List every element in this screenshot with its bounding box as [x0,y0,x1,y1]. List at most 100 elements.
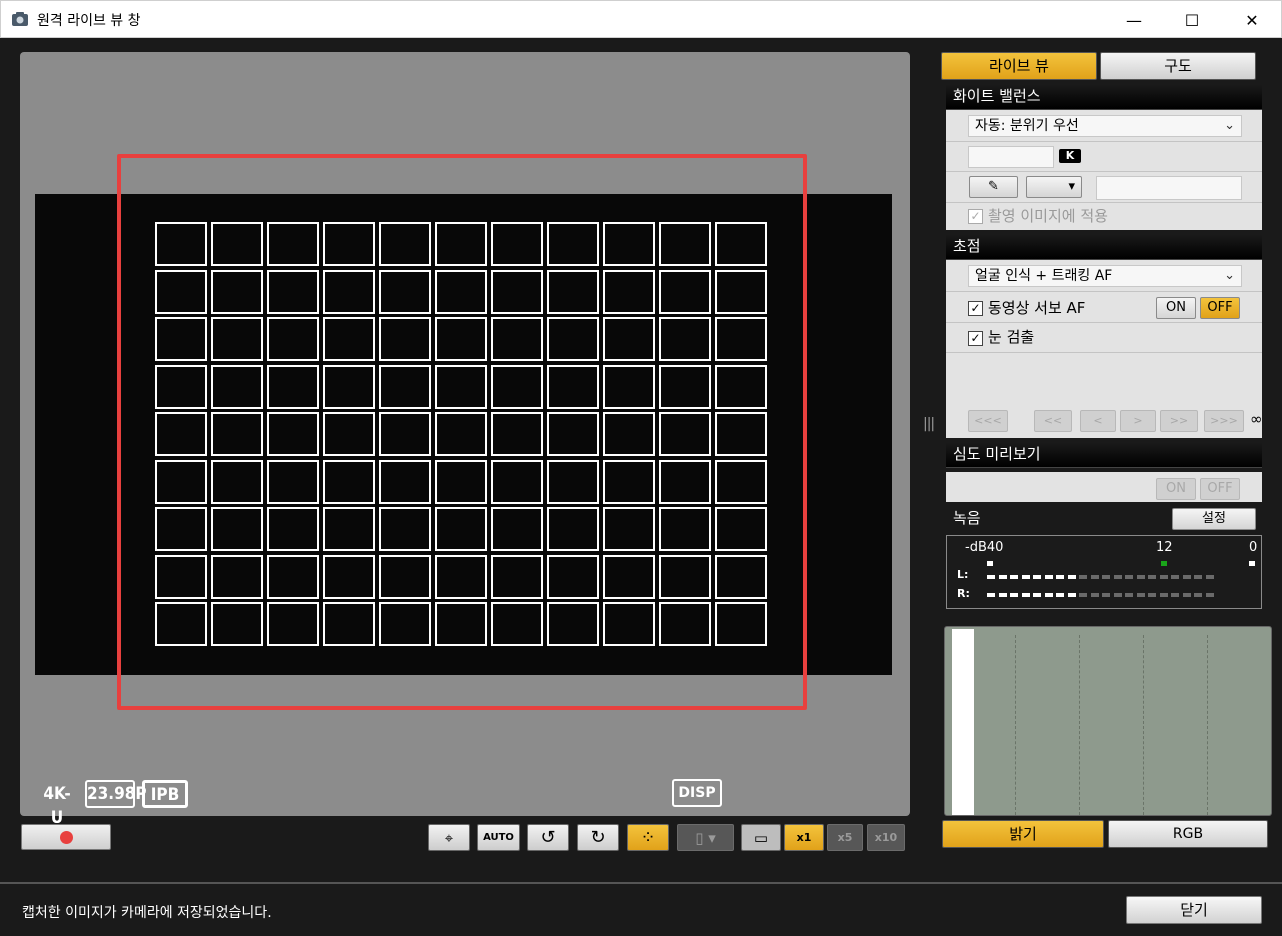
app-icon [12,12,28,26]
maximize-button[interactable]: ☐ [1163,1,1221,39]
tab-rgb[interactable]: RGB [1108,820,1268,848]
left-channel-label: L: [957,568,969,581]
rotate-left-button[interactable]: ↺ [527,824,569,851]
panel-resize-grip[interactable]: ||| [923,416,935,432]
zoom-x10-label: x10 [874,831,898,844]
meter-segment [1079,593,1087,597]
meter-scale-left: -dB40 [965,540,1004,555]
eyedropper-button[interactable]: ✎ [969,176,1018,198]
eye-detect-label: 눈 검출 [988,328,1035,346]
focus-nav-button[interactable]: >>> [1204,410,1244,432]
meter-segment [998,575,1007,579]
wb-picker-row: ✎ ▾ [946,172,1262,203]
kelvin-unit: K [1059,149,1081,163]
af-mode-value: 얼굴 인식 + 트래킹 AF [975,268,1113,284]
meter-tick-right [1249,561,1255,566]
focus-spacer [946,353,1262,383]
aspect-ratio-button[interactable]: ▯ ▾ [677,824,734,851]
frame-icon: ▭ [753,828,769,847]
focus-nav-button[interactable]: > [1120,410,1156,432]
meter-segment [1010,593,1018,597]
servo-af-off-button[interactable]: OFF [1200,297,1240,319]
tab-composition[interactable]: 구도 [1100,52,1256,80]
zoom-x1-button[interactable]: x1 [784,824,824,851]
meter-segment [1125,575,1133,579]
grid-button[interactable]: ⁘ [627,824,669,851]
record-button[interactable] [21,824,111,850]
minimize-button[interactable]: — [1105,1,1163,39]
wb-mode-select[interactable]: 자동: 분위기 우선 ⌄ [968,115,1242,137]
focus-nav-button[interactable]: << [1034,410,1072,432]
meter-segment [1194,575,1202,579]
meter-segment [1136,593,1145,597]
meter-segment [1021,593,1030,597]
disp-badge: DISP [672,779,722,807]
chevron-down-icon: ⌄ [1224,118,1235,133]
status-message: 캡처한 이미지가 카메라에 저장되었습니다. [22,905,272,921]
eye-detect-checkbox[interactable]: ✓ [968,331,983,346]
tab-brightness[interactable]: 밝기 [942,820,1104,848]
meter-segment [1079,575,1087,579]
resolution-badge: 4K-U [43,784,71,828]
apply-to-shot-checkbox[interactable]: ✓ [968,209,983,224]
frame-button[interactable]: ▭ [741,824,781,851]
focus-nav: <<< << < > >> >>> ∞ [968,410,1263,432]
histogram-peak [952,629,974,815]
left-channel-meter [987,575,1214,579]
white-balance-section: 자동: 분위기 우선 ⌄ K ✎ ▾ ✓ 촬영 이미지에 적용 [946,110,1262,230]
meter-segment [1056,593,1064,597]
dropdown-arrow-icon: ▾ [1068,179,1075,194]
close-button[interactable]: 닫기 [1126,896,1262,924]
meter-segment [1194,593,1202,597]
focus-header: 초점 [946,234,1262,260]
wb-mode-value: 자동: 분위기 우선 [975,118,1079,134]
wb-shift-dropdown[interactable]: ▾ [1026,176,1082,198]
af-mode-select[interactable]: 얼굴 인식 + 트래킹 AF ⌄ [968,265,1242,287]
audio-meter: -dB40 12 0 L: R: [946,535,1262,609]
right-channel-label: R: [957,587,970,600]
meter-segment [1148,575,1156,579]
af-frame-button[interactable]: ⌖ [428,824,470,851]
meter-segment [1136,575,1145,579]
meter-segment [1067,593,1076,597]
meter-segment [1044,575,1053,579]
meter-segment [1148,593,1156,597]
meter-segment [1113,575,1122,579]
meter-segment [1205,575,1214,579]
meter-segment [1067,575,1076,579]
window-title: 원격 라이브 뷰 창 [37,13,141,29]
close-window-button[interactable]: ✕ [1223,1,1281,39]
kelvin-input[interactable] [968,146,1054,168]
meter-segment [1056,575,1064,579]
tab-live-view[interactable]: 라이브 뷰 [941,52,1097,80]
meter-tick-left [987,561,993,566]
histogram-gridline [1207,635,1208,815]
live-view-panel[interactable]: 4K-U 23.98P IPB DISP [20,52,910,828]
main-area: 4K-U 23.98P IPB DISP ⌖ AUTO ↺ ↻ ⁘ ▯ ▾ ▭ … [0,38,1282,882]
zoom-x5-button[interactable]: x5 [827,824,863,851]
meter-segment [1044,593,1053,597]
meter-segment [1159,575,1168,579]
auto-rotate-button[interactable]: AUTO [477,824,520,851]
histogram [944,626,1272,816]
dof-off-button[interactable]: OFF [1200,478,1240,500]
focus-nav-button[interactable]: < [1080,410,1116,432]
servo-af-checkbox[interactable]: ✓ [968,301,983,316]
zoom-frame[interactable] [117,154,807,710]
meter-segment [1182,593,1191,597]
wb-shift-input[interactable] [1096,176,1242,200]
rotate-right-button[interactable]: ↻ [577,824,619,851]
meter-segment [1033,575,1041,579]
infinity-icon: ∞ [1250,410,1263,428]
zoom-x1-label: x1 [796,831,812,844]
zoom-x5-label: x5 [837,831,853,844]
zoom-x10-button[interactable]: x10 [867,824,905,851]
right-channel-meter [987,593,1214,597]
focus-nav-button[interactable]: <<< [968,410,1008,432]
compression-badge: IPB [142,780,188,808]
audio-settings-button[interactable]: 설정 [1172,508,1256,530]
servo-af-on-button[interactable]: ON [1156,297,1196,319]
focus-nav-button[interactable]: >> [1160,410,1198,432]
dof-on-button[interactable]: ON [1156,478,1196,500]
meter-segment [987,575,995,579]
